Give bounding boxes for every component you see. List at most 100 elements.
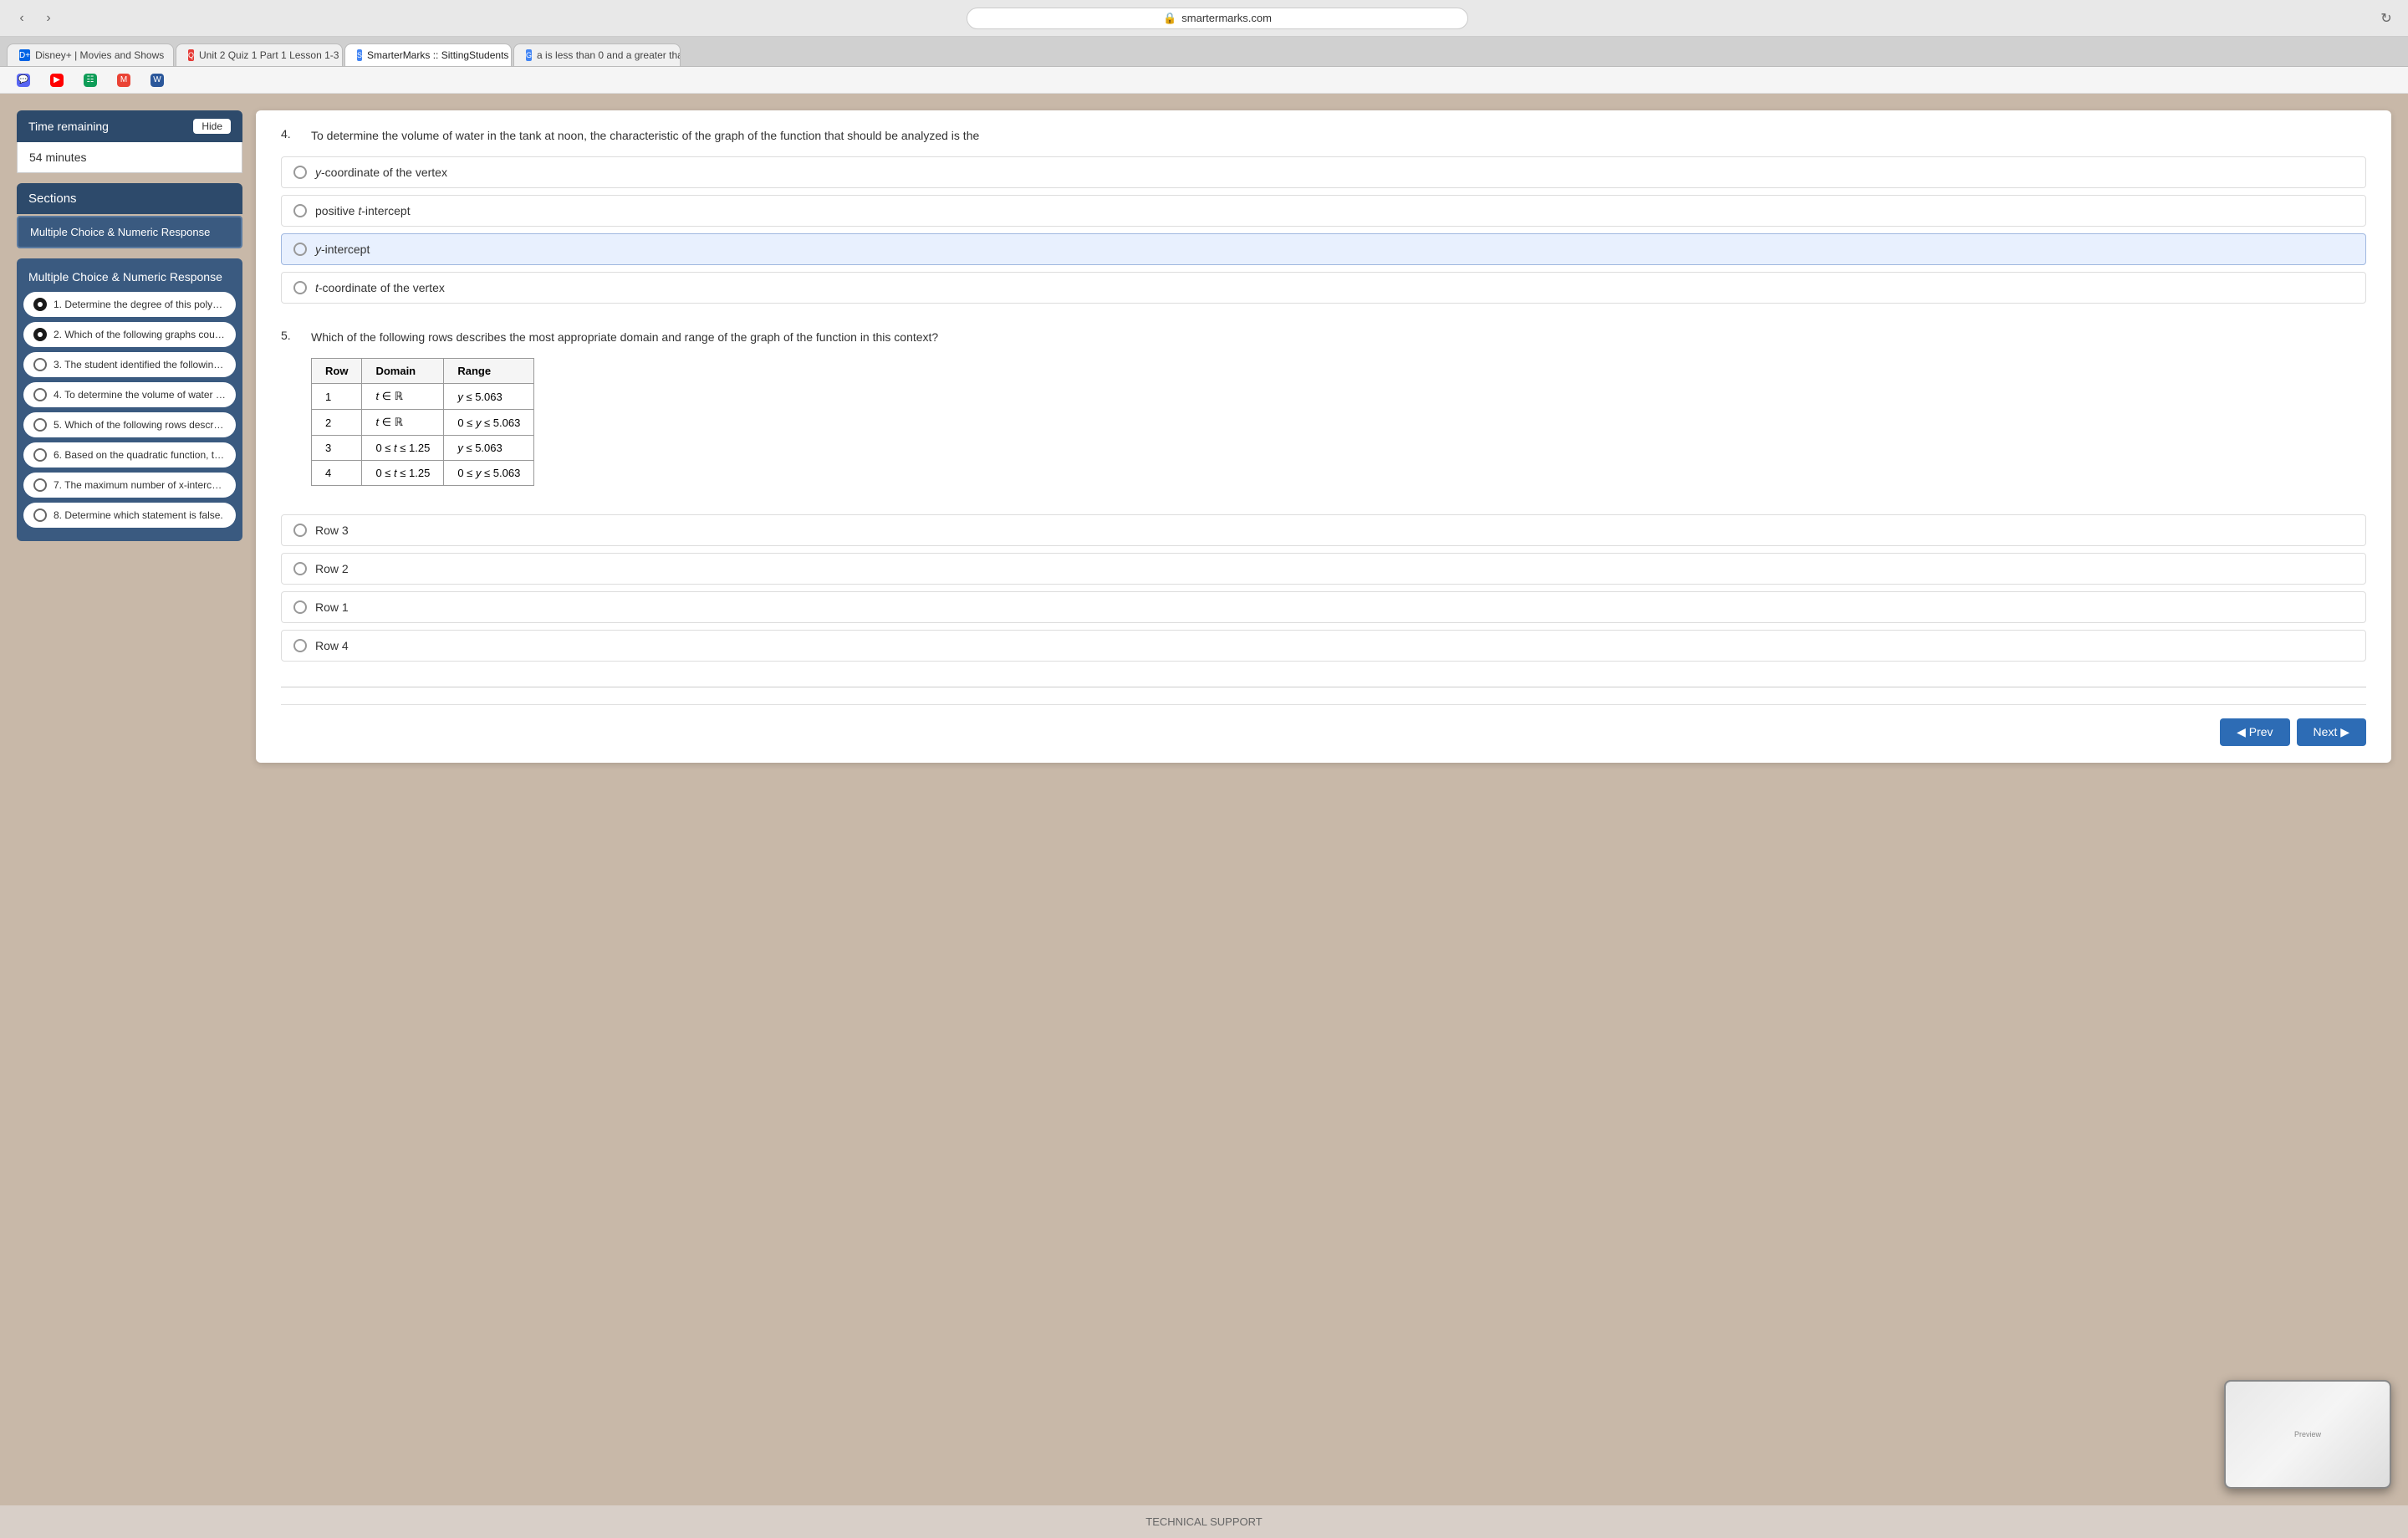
question-text-8: 8. Determine which statement is false. (54, 509, 226, 521)
address-bar[interactable]: 🔒 smartermarks.com (967, 8, 1468, 29)
table-cell-row2: 2 (312, 410, 362, 436)
answer-4d-text: t-coordinate of the vertex (315, 281, 445, 294)
questions-panel: Multiple Choice & Numeric Response 1. De… (17, 258, 242, 541)
answer-4c[interactable]: y-intercept (281, 233, 2366, 265)
question-5-text: Which of the following rows describes th… (311, 330, 938, 344)
table-cell-domain4: 0 ≤ t ≤ 1.25 (362, 461, 444, 486)
tab-disney[interactable]: D+ Disney+ | Movies and Shows (7, 43, 174, 66)
question-text-2: 2. Which of the following graphs could b… (54, 329, 226, 340)
bookmark-gmail[interactable]: M (110, 72, 137, 89)
list-item[interactable]: 6. Based on the quadratic function, the … (23, 442, 236, 468)
table-cell-range2: 0 ≤ y ≤ 5.063 (444, 410, 534, 436)
word-icon: W (150, 74, 164, 87)
answer-5b[interactable]: Row 2 (281, 553, 2366, 585)
list-item[interactable]: 2. Which of the following graphs could b… (23, 322, 236, 347)
answer-4c-text: y-intercept (315, 243, 370, 256)
section-item-label: Multiple Choice & Numeric Response (30, 226, 210, 238)
table-cell-row1: 1 (312, 384, 362, 410)
table-row: 3 0 ≤ t ≤ 1.25 y ≤ 5.063 (312, 436, 534, 461)
question-text-7: 7. The maximum number of x-intercepts th… (54, 479, 226, 491)
sections-header: Sections (17, 183, 242, 214)
tab-favicon-smartermarks: S (357, 49, 362, 61)
table-row: 1 t ∈ ℝ y ≤ 5.063 (312, 384, 534, 410)
list-item[interactable]: 5. Which of the following rows describes… (23, 412, 236, 437)
question-radio-1 (33, 298, 47, 311)
bookmark-youtube[interactable]: ▶ (43, 72, 70, 89)
list-item[interactable]: 7. The maximum number of x-intercepts th… (23, 473, 236, 498)
radio-4b (293, 204, 307, 217)
question-text-6: 6. Based on the quadratic function, the … (54, 449, 226, 461)
radio-4c (293, 243, 307, 256)
bookmark-sheets[interactable]: ☷ (77, 72, 104, 89)
question-radio-6 (33, 448, 47, 462)
question-radio-4 (33, 388, 47, 401)
question-text-5: 5. Which of the following rows describes… (54, 419, 226, 431)
bookmark-bar: 💬 ▶ ☷ M W (0, 67, 2408, 94)
table-cell-range3: y ≤ 5.063 (444, 436, 534, 461)
bookmark-word[interactable]: W (144, 72, 171, 89)
table-cell-row4: 4 (312, 461, 362, 486)
questions-panel-title: Multiple Choice & Numeric Response (23, 267, 236, 292)
time-value-box: 54 minutes (17, 142, 242, 173)
question-4-number: 4. (281, 127, 298, 145)
back-button[interactable]: ‹ (10, 7, 33, 30)
answer-5d-text: Row 4 (315, 639, 349, 652)
answer-5c[interactable]: Row 1 (281, 591, 2366, 623)
tab-smartermarks[interactable]: S SmarterMarks :: SittingStudents (344, 43, 512, 66)
question-text-4: 4. To determine the volume of water in t… (54, 389, 226, 401)
table-cell-range4: 0 ≤ y ≤ 5.063 (444, 461, 534, 486)
radio-5c (293, 600, 307, 614)
answer-5a-text: Row 3 (315, 524, 349, 537)
tab-label-disney: Disney+ | Movies and Shows (35, 49, 164, 61)
next-button[interactable]: Next ▶ (2297, 718, 2366, 746)
time-remaining-label: Time remaining (28, 120, 109, 133)
answer-5d[interactable]: Row 4 (281, 630, 2366, 662)
forward-button[interactable]: › (37, 7, 60, 30)
answer-4b-text: positive t-intercept (315, 204, 411, 217)
question-4-text: To determine the volume of water in the … (311, 127, 979, 145)
tech-support-bar: TECHNICAL SUPPORT (0, 1505, 2408, 1538)
list-item[interactable]: 4. To determine the volume of water in t… (23, 382, 236, 407)
list-item[interactable]: 1. Determine the degree of this polynomi… (23, 292, 236, 317)
tab-favicon-google: G (526, 49, 532, 61)
prev-button[interactable]: ◀ Prev (2220, 718, 2289, 746)
answer-4b[interactable]: positive t-intercept (281, 195, 2366, 227)
hide-button[interactable]: Hide (193, 119, 231, 134)
thumbnail-preview: Preview (2224, 1380, 2391, 1489)
question-radio-8 (33, 508, 47, 522)
tab-label-quiz: Unit 2 Quiz 1 Part 1 Lesson 1-3 (199, 49, 339, 61)
table-row: 2 t ∈ ℝ 0 ≤ y ≤ 5.063 (312, 410, 534, 436)
list-item[interactable]: 8. Determine which statement is false. (23, 503, 236, 528)
question-text-1: 1. Determine the degree of this polynomi… (54, 299, 226, 310)
radio-5b (293, 562, 307, 575)
radio-5d (293, 639, 307, 652)
tab-quiz[interactable]: Q Unit 2 Quiz 1 Part 1 Lesson 1-3 (176, 43, 343, 66)
section-item[interactable]: Multiple Choice & Numeric Response (17, 216, 242, 248)
thumbnail-placeholder: Preview (2294, 1430, 2321, 1438)
time-value: 54 minutes (29, 151, 86, 164)
question-radio-2 (33, 328, 47, 341)
table-cell-range1: y ≤ 5.063 (444, 384, 534, 410)
question-radio-5 (33, 418, 47, 432)
sidebar: Time remaining Hide 54 minutes Sections … (17, 110, 242, 541)
tab-google[interactable]: G a is less than 0 and a greater than 0 … (513, 43, 681, 66)
list-item[interactable]: 3. The student identified the following … (23, 352, 236, 377)
question-4-header: 4. To determine the volume of water in t… (281, 127, 2366, 145)
discord-icon: 💬 (17, 74, 30, 87)
tab-label-smartermarks: SmarterMarks :: SittingStudents (367, 49, 508, 61)
refresh-button[interactable]: ↻ (2375, 7, 2398, 30)
bookmark-discord[interactable]: 💬 (10, 72, 37, 89)
table-cell-domain3: 0 ≤ t ≤ 1.25 (362, 436, 444, 461)
answer-5b-text: Row 2 (315, 562, 349, 575)
answer-5a[interactable]: Row 3 (281, 514, 2366, 546)
table-header-range: Range (444, 359, 534, 384)
answer-4a-text: y-coordinate of the vertex (315, 166, 447, 179)
answer-4a[interactable]: y-coordinate of the vertex (281, 156, 2366, 188)
table-header-domain: Domain (362, 359, 444, 384)
lock-icon: 🔒 (1163, 12, 1176, 25)
table-header-row: Row (312, 359, 362, 384)
time-remaining-box: Time remaining Hide (17, 110, 242, 142)
question-5-header: 5. Which of the following rows describes… (281, 329, 2366, 503)
answer-4d[interactable]: t-coordinate of the vertex (281, 272, 2366, 304)
domain-range-table: Row Domain Range 1 t ∈ ℝ y ≤ 5.063 (311, 358, 534, 486)
